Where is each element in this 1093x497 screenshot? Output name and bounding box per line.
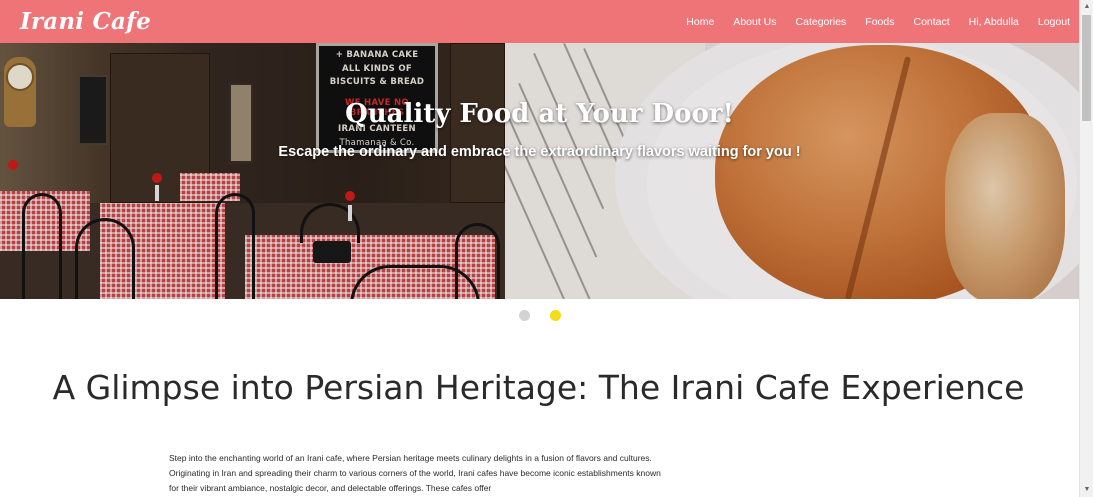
carousel-indicator-2[interactable]: [549, 310, 561, 321]
hero-carousel[interactable]: + BANANA CAKE ALL KINDS OF BISCUITS & BR…: [0, 43, 1079, 299]
nav-contact[interactable]: Contact: [913, 16, 949, 28]
nav-categories[interactable]: Categories: [796, 16, 847, 28]
nav-logout[interactable]: Logout: [1038, 16, 1070, 28]
hero-title: Quality Food at Your Door!: [345, 99, 734, 129]
nav-foods[interactable]: Foods: [865, 16, 894, 28]
nav-user-greeting[interactable]: Hi, Abdulla: [969, 16, 1019, 28]
brand-logo[interactable]: Irani Cafe: [20, 8, 151, 35]
page-scrollbar[interactable]: ▲ ▼: [1079, 0, 1093, 497]
nav-home[interactable]: Home: [686, 16, 714, 28]
scroll-down-icon[interactable]: ▼: [1080, 483, 1093, 497]
section-title: A Glimpse into Persian Heritage: The Ira…: [52, 368, 1025, 407]
carousel-indicators: [0, 310, 1079, 321]
scroll-up-icon[interactable]: ▲: [1080, 0, 1093, 14]
intro-paragraph: Step into the enchanting world of an Ira…: [169, 453, 661, 493]
nav-menu: Home About Us Categories Foods Contact H…: [686, 0, 1079, 43]
carousel-indicator-1[interactable]: [518, 310, 530, 321]
hero-subtitle: Escape the ordinary and embrace the extr…: [278, 144, 801, 160]
scrollbar-thumb[interactable]: [1082, 15, 1091, 121]
navbar: Irani Cafe Home About Us Categories Food…: [0, 0, 1079, 43]
nav-about-us[interactable]: About Us: [733, 16, 776, 28]
